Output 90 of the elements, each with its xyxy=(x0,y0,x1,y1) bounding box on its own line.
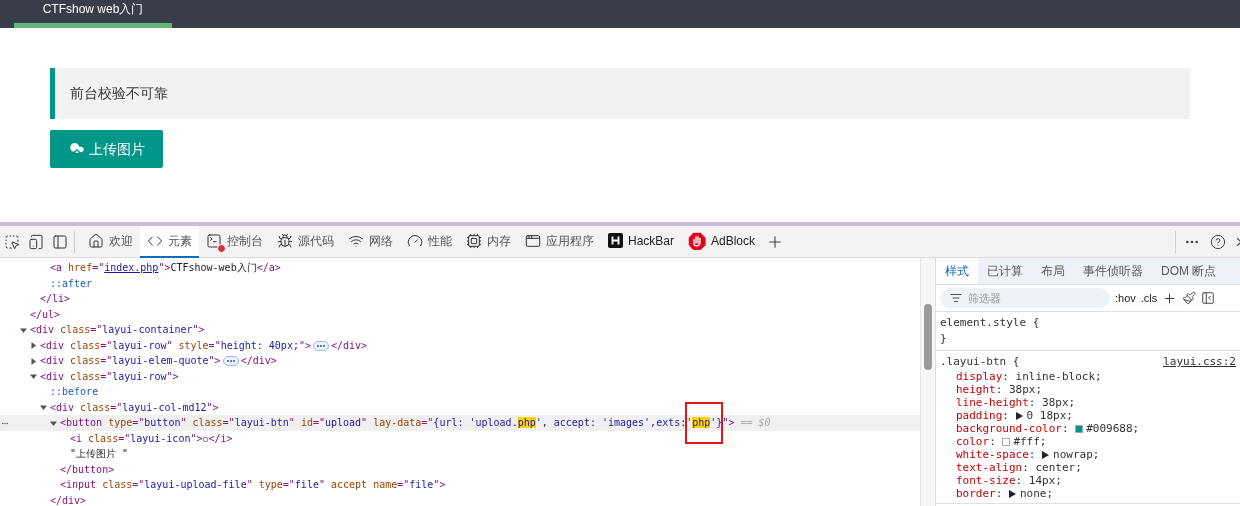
dom-line[interactable]: <div class="layui-row"> xyxy=(0,368,920,384)
css-value[interactable]: 0 18px; xyxy=(1026,409,1073,422)
nav-item[interactable]: CTFshow web入门 xyxy=(14,0,172,28)
css-declaration[interactable]: text-align: xyxy=(956,461,1036,474)
devtools-tab[interactable]: 内存 xyxy=(459,225,518,258)
devtools-tab[interactable]: 元素 xyxy=(140,225,199,258)
help-icon[interactable] xyxy=(1210,233,1226,250)
styles-tab[interactable]: DOM 断点 xyxy=(1152,258,1226,284)
devtools-tab[interactable]: 欢迎 xyxy=(81,225,140,258)
sidebar-icon[interactable] xyxy=(1201,291,1216,305)
css-value[interactable]: 14px; xyxy=(1028,474,1062,487)
styles-tab[interactable]: 样式 xyxy=(936,258,978,284)
css-value[interactable]: none; xyxy=(1020,487,1054,500)
css-declaration[interactable]: padding: xyxy=(956,409,1027,422)
styles-tab[interactable]: 已计算 xyxy=(978,258,1032,284)
devtools-tab[interactable]: 性能 xyxy=(400,225,459,258)
scrollbar[interactable] xyxy=(920,258,935,506)
devtools-tab[interactable]: 源代码 xyxy=(270,225,341,258)
terminal-icon xyxy=(206,232,222,249)
color-swatch[interactable] xyxy=(1002,437,1011,446)
dom-line[interactable]: "上传图片 " xyxy=(0,446,920,462)
expand-arrow-icon[interactable] xyxy=(30,342,37,349)
dom-line[interactable]: </li> xyxy=(0,291,920,307)
devtools-tab[interactable]: AdBlock xyxy=(681,225,763,258)
device-icon[interactable] xyxy=(28,233,44,250)
dom-line[interactable]: <div class="layui-col-md12"> xyxy=(0,399,920,415)
window-icon xyxy=(525,232,541,249)
css-value[interactable]: nowrap; xyxy=(1053,448,1100,461)
styles-tab[interactable]: 布局 xyxy=(1032,258,1074,284)
toggle-button[interactable]: :hov xyxy=(1115,289,1136,307)
bug-icon xyxy=(277,232,293,249)
color-swatch[interactable] xyxy=(1075,424,1084,433)
add-rule-icon[interactable] xyxy=(1162,290,1178,306)
css-declaration[interactable]: height: xyxy=(956,383,1009,396)
css-value[interactable]: 38px; xyxy=(1009,383,1043,396)
filter-field[interactable]: 筛选器 xyxy=(940,288,1110,308)
source-link[interactable]: layui.css:2 xyxy=(1163,354,1236,370)
dom-line[interactable]: <div class="layui-row" style="height: 40px;"> </div> xyxy=(0,337,920,353)
css-declaration[interactable]: display: xyxy=(956,370,1016,383)
css-value[interactable]: #fff; xyxy=(1013,435,1047,448)
brush-icon[interactable] xyxy=(1182,291,1197,305)
inspect-icon[interactable] xyxy=(4,233,20,250)
dom-line[interactable]: <div class="layui-elem-quote"> </div> xyxy=(0,353,920,369)
ellipsis-badge-icon[interactable] xyxy=(222,356,239,366)
devtools-tab[interactable]: 控制台 xyxy=(199,225,270,258)
error-badge xyxy=(217,243,226,253)
home-icon xyxy=(88,232,104,249)
stop-hand-icon xyxy=(688,231,706,250)
css-selector[interactable]: .layui-btn { xyxy=(940,354,1020,370)
collapse-arrow-icon[interactable] xyxy=(30,373,37,380)
devtools-tab[interactable]: 网络 xyxy=(341,225,400,258)
css-declaration[interactable]: background-color: xyxy=(956,422,1076,435)
dom-line[interactable]: </div> xyxy=(0,492,920,506)
dom-line[interactable]: <div class="layui-container"> xyxy=(0,322,920,338)
css-value[interactable]: 38px; xyxy=(1042,396,1076,409)
styles-tab[interactable]: 事件侦听器 xyxy=(1074,258,1152,284)
css-declaration[interactable]: font-size: xyxy=(956,474,1029,487)
toggle-button[interactable]: .cls xyxy=(1140,289,1158,307)
ellipsis-badge-icon[interactable] xyxy=(313,340,329,351)
dom-line[interactable]: </ul> xyxy=(0,306,920,322)
dom-line[interactable]: ::after xyxy=(0,275,920,291)
chip-icon xyxy=(466,232,482,249)
filter-icon xyxy=(950,292,962,304)
dom-line[interactable]: <a href="index.php">CTFshow-web入门</a> xyxy=(0,260,920,276)
quote-block: 前台校验不可靠 xyxy=(50,68,1190,119)
css-declaration[interactable]: line-height: xyxy=(956,396,1043,409)
css-value[interactable]: center; xyxy=(1035,461,1082,474)
devtools-tab[interactable]: 应用程序 xyxy=(518,225,601,258)
collapse-arrow-icon[interactable] xyxy=(20,326,27,334)
css-value[interactable]: #009688; xyxy=(1086,422,1140,435)
css-selector[interactable]: element.style { xyxy=(940,315,1040,331)
devtools-tab[interactable]: HackBar xyxy=(601,225,681,258)
collapse-arrow-icon[interactable] xyxy=(40,404,47,411)
expand-arrow-icon[interactable] xyxy=(1015,411,1023,420)
expand-arrow-icon[interactable] xyxy=(1042,450,1050,459)
more-icon[interactable] xyxy=(2,422,8,425)
gauge-icon xyxy=(407,232,423,249)
dom-line[interactable]: ::before xyxy=(0,384,920,400)
css-declaration[interactable]: border: xyxy=(956,487,1020,500)
css-brace: } xyxy=(940,331,948,347)
upload-button[interactable]: 上传图片 xyxy=(50,130,163,168)
css-declaration[interactable]: color: xyxy=(956,435,1003,448)
dom-line[interactable]: <i class="layui-icon">▫</i> xyxy=(0,430,920,446)
expand-arrow-icon[interactable] xyxy=(1009,489,1016,498)
dom-line[interactable]: <input class="layui-upload-file" type="file" accept name="file"> xyxy=(0,477,920,493)
dom-line[interactable]: </button> xyxy=(0,461,920,477)
panel-icon[interactable] xyxy=(52,233,68,250)
css-declaration[interactable]: white-space: xyxy=(956,448,1054,461)
letter-tile-icon xyxy=(608,233,623,248)
css-value[interactable]: inline-block; xyxy=(1015,370,1102,383)
